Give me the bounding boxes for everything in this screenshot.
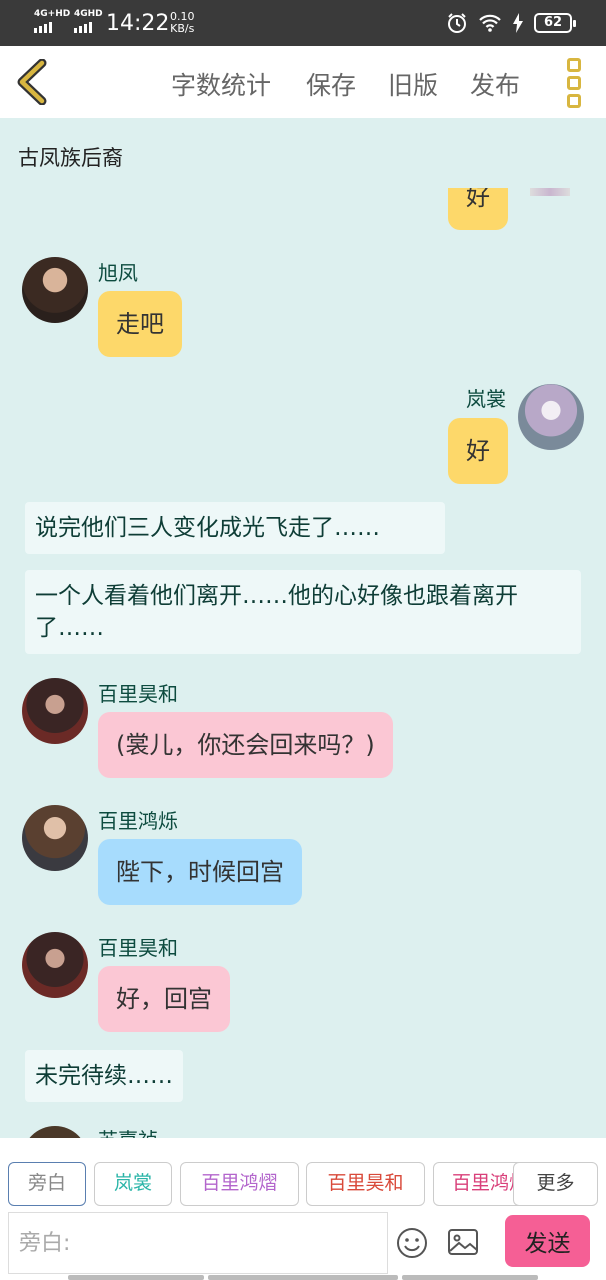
save-button[interactable]: 保存 <box>306 66 356 102</box>
alarm-icon <box>448 13 466 33</box>
old-version-button[interactable]: 旧版 <box>388 66 438 102</box>
image-icon[interactable] <box>447 1227 479 1257</box>
nav-indicator <box>402 1275 538 1280</box>
avatar[interactable] <box>22 257 88 323</box>
charging-icon <box>513 13 523 33</box>
message-bubble[interactable]: 陛下，时候回宫 <box>98 839 302 905</box>
clock: 14:22 <box>106 11 170 36</box>
send-button[interactable]: 发送 <box>505 1215 590 1267</box>
narration-block[interactable]: 未完待续…… <box>25 1050 183 1102</box>
network-type-2: 4GHD <box>74 9 103 19</box>
sender-name: 岚裳 <box>466 387 506 411</box>
signal-icon <box>34 22 52 33</box>
publish-button[interactable]: 发布 <box>470 66 520 102</box>
message-input[interactable] <box>8 1212 388 1274</box>
battery-icon: 62 <box>534 13 576 33</box>
message-bubble[interactable]: 好，回宫 <box>98 966 230 1032</box>
wifi-icon <box>479 14 501 32</box>
speed-unit: KB/s <box>170 22 195 35</box>
narration-block[interactable]: 说完他们三人变化成光飞走了…… <box>25 502 445 554</box>
role-selector: 旁白 岚裳 百里鸿熠 百里昊和 百里鸿烁 更多 <box>0 1138 606 1210</box>
sender-name: 百里昊和 <box>98 936 178 960</box>
message-bubble[interactable]: (裳儿，你还会回来吗？) <box>98 712 393 778</box>
role-tag-narrator[interactable]: 旁白 <box>8 1162 86 1206</box>
composer: 发送 <box>0 1210 606 1280</box>
avatar[interactable] <box>22 678 88 744</box>
network-speed: 0.10 KB/s <box>170 11 195 35</box>
role-tag[interactable]: 百里鸿熠 <box>180 1162 299 1206</box>
avatar[interactable] <box>22 1126 88 1138</box>
word-count-button[interactable]: 字数统计 <box>171 66 271 102</box>
chat-title: 古凤族后裔 <box>18 146 123 170</box>
sender-name: 百里昊和 <box>98 682 178 706</box>
top-nav: 字数统计 保存 旧版 发布 <box>0 46 606 118</box>
chat-area[interactable]: 好 旭凤 走吧 岚裳 好 说完他们三人变化成光飞走了…… 一个人看着他们离开……… <box>0 188 606 1138</box>
emoji-icon[interactable] <box>396 1227 428 1259</box>
message-bubble[interactable]: 走吧 <box>98 291 182 357</box>
nav-indicator <box>68 1275 204 1280</box>
back-chevron-left-icon[interactable] <box>14 59 50 105</box>
message-bubble[interactable]: 好 <box>448 418 508 484</box>
avatar[interactable] <box>518 384 584 450</box>
avatar-partial <box>530 188 570 196</box>
more-roles-button[interactable]: 更多 <box>513 1162 598 1206</box>
sender-name: 百里鸿烁 <box>98 809 178 833</box>
avatar[interactable] <box>22 805 88 871</box>
sender-name: 苏嘉祯 <box>98 1124 158 1138</box>
message-bubble[interactable]: 好 <box>448 188 508 230</box>
role-tag[interactable]: 岚裳 <box>94 1162 172 1206</box>
signal-icon <box>74 22 92 33</box>
status-icons: 62 <box>446 12 576 34</box>
role-tag[interactable]: 百里昊和 <box>306 1162 425 1206</box>
narration-block[interactable]: 一个人看着他们离开……他的心好像也跟着离开了…… <box>25 570 581 654</box>
sender-name: 旭凤 <box>98 261 138 285</box>
avatar[interactable] <box>22 932 88 998</box>
status-bar: 4G+HD 4GHD 14:22 0.10 KB/s 62 <box>0 0 606 46</box>
network-type-1: 4G+HD <box>34 9 71 19</box>
nav-indicator <box>208 1275 398 1280</box>
more-menu-icon[interactable] <box>564 58 584 108</box>
